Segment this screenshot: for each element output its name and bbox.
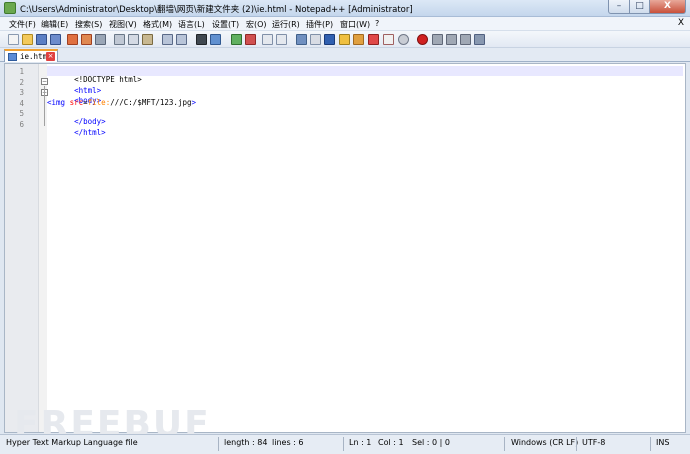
menu-macro[interactable]: 宏(O) [246, 19, 267, 30]
minimize-button[interactable]: – [608, 0, 630, 14]
tab-close-icon[interactable]: × [46, 52, 55, 61]
sync-horizontal-icon[interactable] [276, 34, 287, 45]
status-mode[interactable]: INS [656, 438, 669, 447]
indent-guide-icon[interactable] [324, 34, 335, 45]
img-tag-open: <img [47, 97, 70, 107]
show-all-chars-icon[interactable] [310, 34, 321, 45]
menu-language[interactable]: 语言(L) [178, 19, 205, 30]
paste-icon[interactable] [142, 34, 153, 45]
file-scheme: file: [87, 97, 111, 107]
close-all-icon[interactable] [81, 34, 92, 45]
run-macro-multiple-icon[interactable] [460, 34, 471, 45]
title-bar[interactable]: C:\Users\Administrator\Desktop\翻墙\网页\新建文… [0, 0, 690, 17]
menu-file[interactable]: 文件(F) [9, 19, 36, 30]
status-separator [218, 437, 219, 451]
close-file-icon[interactable] [67, 34, 78, 45]
undo-icon[interactable] [162, 34, 173, 45]
status-bar: Hyper Text Markup Language file length :… [0, 434, 690, 454]
stop-macro-icon[interactable] [432, 34, 443, 45]
fold-margin [39, 64, 47, 432]
notepadpp-icon [4, 2, 16, 14]
redo-icon[interactable] [176, 34, 187, 45]
record-macro-icon[interactable] [417, 34, 428, 45]
save-all-icon[interactable] [50, 34, 61, 45]
code-line-6: </html> [47, 119, 106, 146]
file-path: ///C:/$MFT/123.jpg [110, 97, 192, 107]
window-controls: – □ X [608, 0, 686, 15]
fold-guide [44, 86, 45, 126]
folder-workspace-icon[interactable] [383, 34, 394, 45]
status-separator [576, 437, 577, 451]
play-macro-icon[interactable] [446, 34, 457, 45]
save-macro-icon[interactable] [474, 34, 485, 45]
save-icon[interactable] [36, 34, 47, 45]
status-separator [343, 437, 344, 451]
line-number: 2 [19, 77, 24, 87]
status-lines: lines : 6 [272, 438, 304, 447]
file-icon [8, 53, 17, 61]
code-editor[interactable]: 1 2 3 4 5 6 − − <!DOCTYPE html> <html> <… [4, 63, 686, 433]
menu-settings[interactable]: 设置(T) [212, 19, 239, 30]
line-number: 6 [19, 119, 24, 129]
find-icon[interactable] [196, 34, 207, 45]
code-line-4: <img src=file:///C:/$MFT/123.jpg> [47, 98, 196, 107]
copy-icon[interactable] [128, 34, 139, 45]
status-encoding[interactable]: UTF-8 [582, 438, 605, 447]
menu-edit[interactable]: 编辑(E) [41, 19, 68, 30]
line-number: 3 [19, 88, 24, 97]
menu-window[interactable]: 窗口(W) [340, 19, 370, 30]
status-ln: Ln : 1 [349, 438, 372, 447]
status-col: Col : 1 [378, 438, 404, 447]
cut-icon[interactable] [114, 34, 125, 45]
zoom-out-icon[interactable] [245, 34, 256, 45]
new-file-icon[interactable] [8, 34, 19, 45]
code-line-1: <!DOCTYPE html> [47, 66, 683, 84]
line-number: 4 [19, 98, 24, 108]
menu-bar: 文件(F) 编辑(E) 搜索(S) 视图(V) 格式(M) 语言(L) 设置(T… [0, 17, 690, 31]
status-sel: Sel : 0 | 0 [412, 438, 450, 447]
src-attribute: src [69, 97, 84, 107]
line-number-margin: 1 2 3 4 5 6 [5, 64, 39, 432]
menu-search[interactable]: 搜索(S) [75, 19, 102, 30]
toolbar [0, 31, 690, 48]
tab-ie-html[interactable]: ie.html × [4, 49, 58, 62]
close-button[interactable]: X [650, 0, 686, 14]
status-file-type: Hyper Text Markup Language file [6, 438, 138, 447]
html-close-tag: </html> [74, 127, 106, 137]
img-tag-close: > [191, 97, 197, 107]
status-separator [504, 437, 505, 451]
menu-format[interactable]: 格式(M) [143, 19, 172, 30]
maximize-button[interactable]: □ [630, 0, 650, 14]
line-number: 1 [19, 67, 24, 76]
function-list-icon[interactable] [368, 34, 379, 45]
menu-help[interactable]: ? [375, 19, 379, 28]
status-length: length : 84 [224, 438, 268, 447]
doc-map-icon[interactable] [353, 34, 364, 45]
document-close-icon[interactable]: X [678, 18, 684, 28]
open-file-icon[interactable] [22, 34, 33, 45]
zoom-in-icon[interactable] [231, 34, 242, 45]
status-separator [650, 437, 651, 451]
print-icon[interactable] [95, 34, 106, 45]
notepadpp-window: C:\Users\Administrator\Desktop\翻墙\网页\新建文… [0, 0, 690, 454]
replace-icon[interactable] [210, 34, 221, 45]
line-number: 5 [19, 109, 24, 118]
monitoring-icon[interactable] [398, 34, 409, 45]
window-title: C:\Users\Administrator\Desktop\翻墙\网页\新建文… [20, 5, 413, 15]
sync-vertical-icon[interactable] [262, 34, 273, 45]
word-wrap-icon[interactable] [296, 34, 307, 45]
menu-view[interactable]: 视图(V) [109, 19, 137, 30]
status-eol[interactable]: Windows (CR LF) [511, 438, 578, 447]
menu-run[interactable]: 运行(R) [272, 19, 300, 30]
user-language-icon[interactable] [339, 34, 350, 45]
tab-bar: ie.html × [0, 48, 690, 62]
menu-plugins[interactable]: 插件(P) [306, 19, 333, 30]
